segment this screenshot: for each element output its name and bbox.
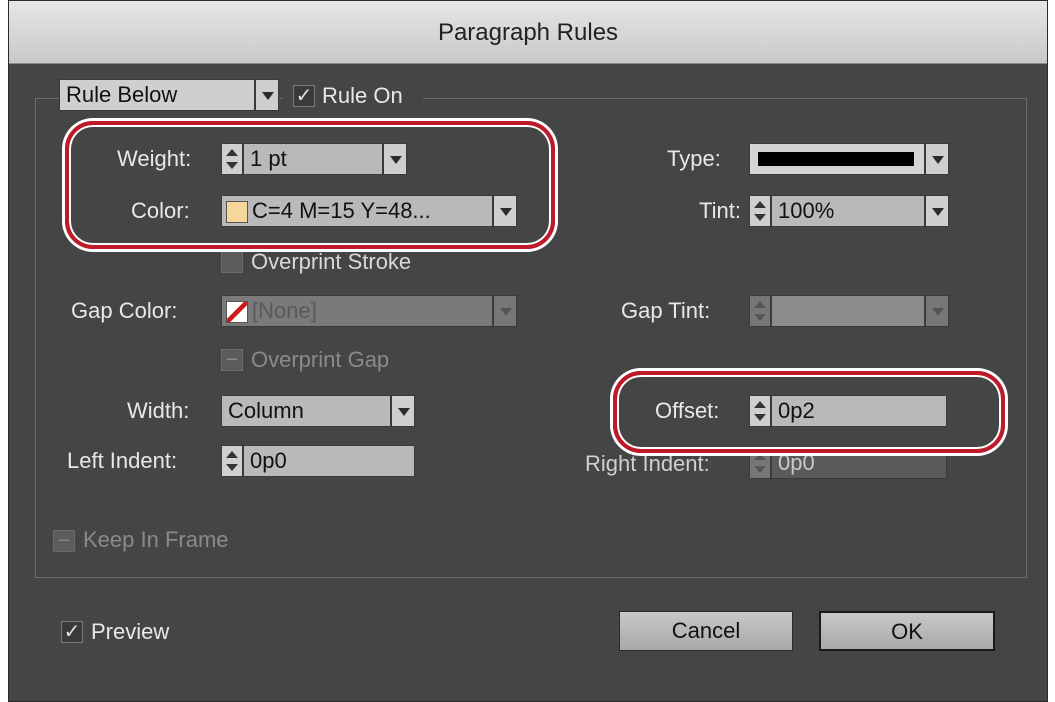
preview-label: Preview [91,619,170,644]
type-label: Type: [667,146,721,171]
width-select[interactable]: Column [221,395,391,427]
none-swatch-icon [226,301,248,324]
gap-tint-dropdown-arrow[interactable] [925,295,949,327]
tint-stepper[interactable] [749,195,771,227]
gap-color-select[interactable]: [None] [221,295,493,327]
dialog-title: Paragraph Rules [437,19,619,46]
gap-color-value: [None] [252,298,317,323]
keep-in-frame-checkbox[interactable]: − [53,530,75,552]
rule-type-dropdown-arrow[interactable] [255,79,279,111]
left-indent-value: 0p0 [250,448,287,473]
width-label: Width: [127,398,190,423]
rule-on-label: Rule On [322,83,403,108]
rule-type-select[interactable]: Rule Below [59,79,255,111]
title-bar: Paragraph Rules [9,1,1047,64]
right-indent-value: 0p0 [778,450,815,475]
tint-label: Tint: [699,198,741,223]
gap-tint-stepper[interactable] [749,295,771,327]
type-line-swatch [758,152,914,166]
right-indent-label: Right Indent: [585,451,710,476]
gap-tint-label: Gap Tint: [621,298,711,323]
overprint-stroke-checkbox[interactable] [221,251,243,273]
keep-in-frame-label: Keep In Frame [83,527,229,552]
ok-button[interactable]: OK [819,611,995,651]
weight-color-highlight [65,121,555,249]
gap-color-label: Gap Color: [71,298,178,323]
preview-checkbox[interactable]: ✓ [61,621,83,643]
overprint-gap-label: Overprint Gap [251,347,390,372]
width-dropdown-arrow[interactable] [391,395,415,427]
left-indent-label: Left Indent: [67,448,178,473]
offset-highlight [613,371,1005,453]
rule-on-checkbox[interactable]: ✓ [293,85,315,107]
gap-tint-field[interactable] [771,295,925,327]
overprint-gap-checkbox[interactable]: − [221,349,243,371]
tint-value: 100% [778,198,835,223]
cancel-button[interactable]: Cancel [619,611,793,651]
type-select[interactable] [749,143,925,175]
tint-dropdown-arrow[interactable] [925,195,949,227]
tint-field[interactable]: 100% [771,195,925,227]
left-indent-stepper[interactable] [221,445,243,477]
paragraph-rules-dialog: Paragraph Rules Rule Below ✓ Rule On Wei… [8,0,1048,702]
gap-color-dropdown-arrow[interactable] [493,295,517,327]
overprint-stroke-label: Overprint Stroke [251,249,412,274]
rule-type-value: Rule Below [66,82,178,107]
left-indent-field[interactable]: 0p0 [243,445,415,477]
width-value: Column [228,398,304,423]
type-dropdown-arrow[interactable] [925,143,949,175]
